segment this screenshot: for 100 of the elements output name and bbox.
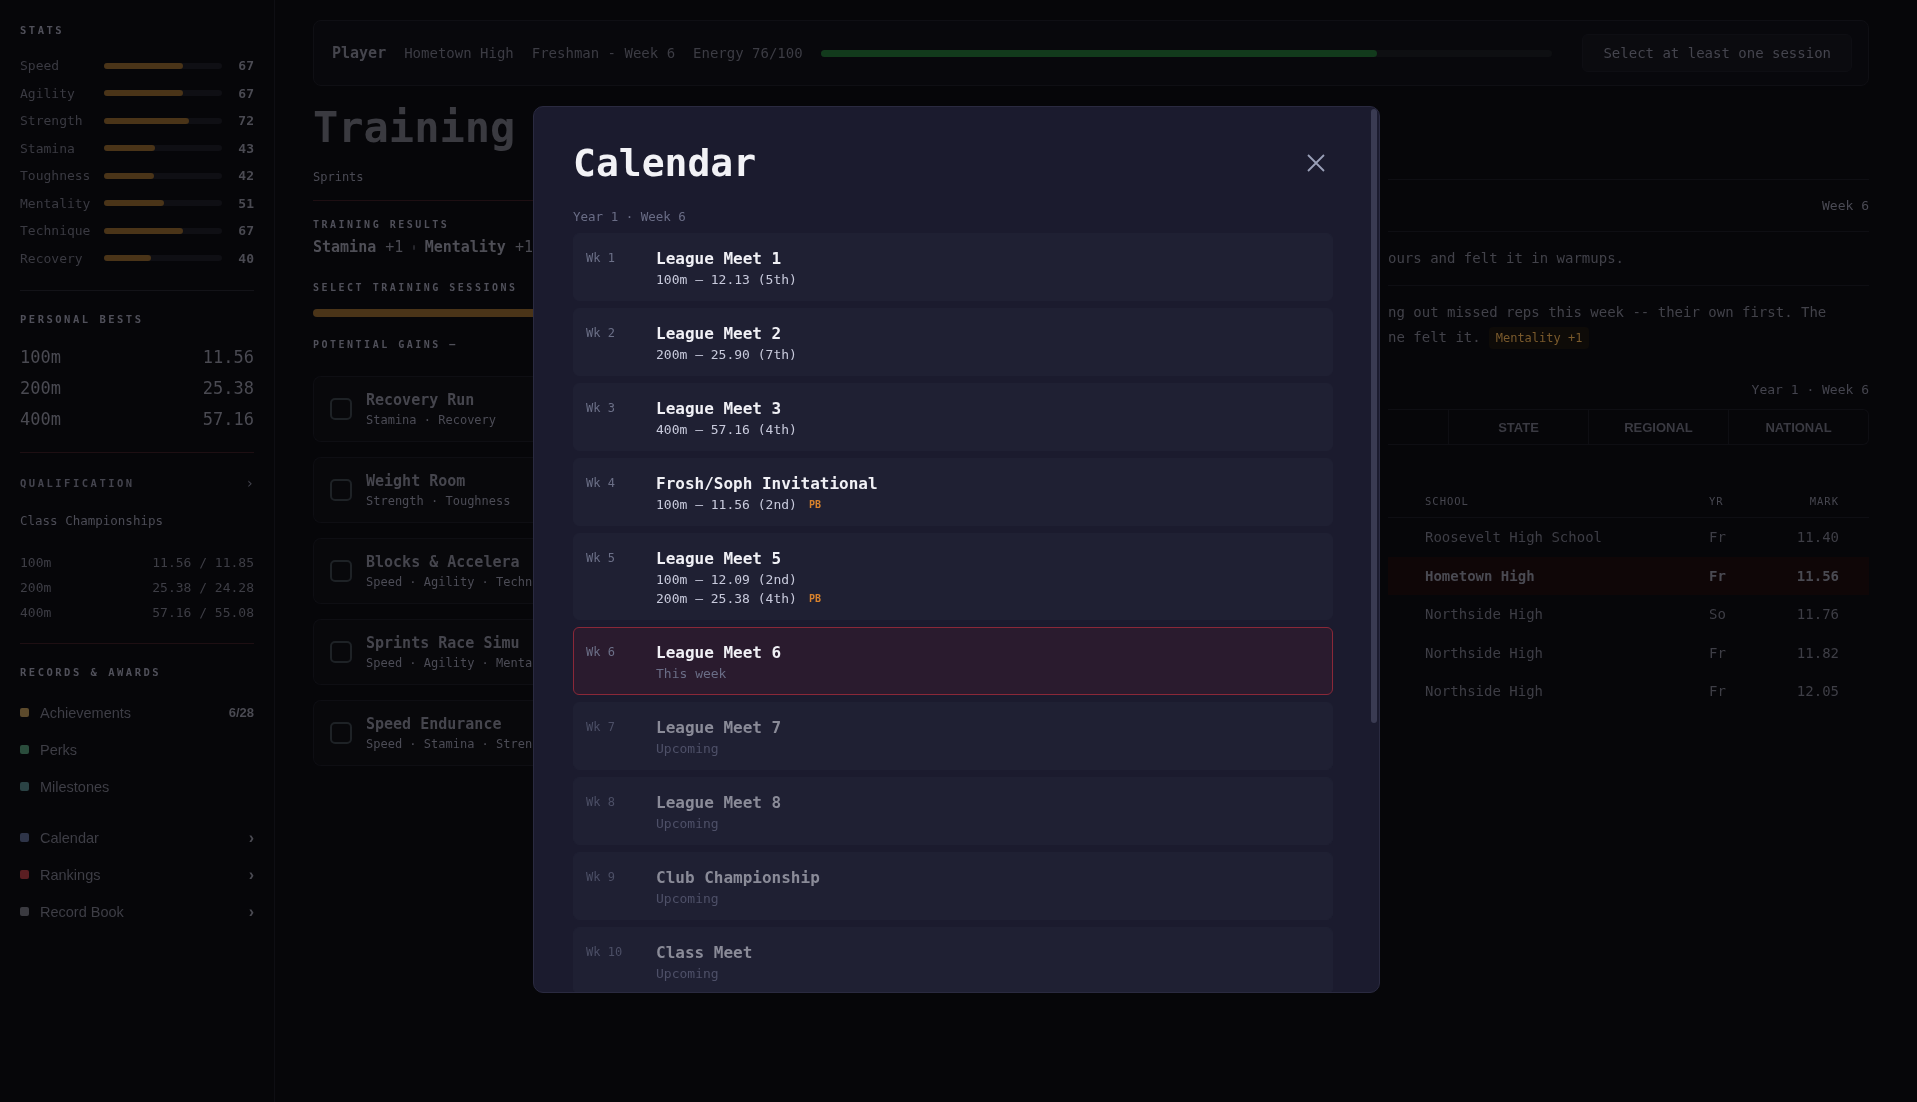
result-gain: Mentality +1	[424, 238, 533, 256]
close-icon[interactable]	[1307, 154, 1325, 172]
week-row[interactable]: Wk 1 League Meet 1 100m — 12.13 (5th)	[573, 233, 1333, 301]
section-heading: SELECT TRAINING SESSIONS	[313, 282, 519, 293]
pb-label: PB	[808, 593, 821, 604]
energy-label: Energy 76/100	[693, 45, 803, 61]
stat-value: 72	[237, 113, 254, 129]
class-week: Freshman - Week 6	[531, 45, 676, 61]
dialog-title: Calendar	[573, 141, 757, 185]
meet-name: Class Championships	[20, 513, 164, 528]
meet-name: League Meet 2	[656, 324, 783, 343]
meet-result: 100m — 12.09 (2nd)	[656, 572, 797, 587]
meet-name: Frosh/Soph Invitational	[656, 474, 878, 493]
stat-value: 43	[237, 140, 254, 156]
week-row[interactable]: Wk 3 League Meet 3 400m — 57.16 (4th)	[573, 383, 1333, 451]
scope-tab[interactable]: REGIONAL	[1589, 410, 1729, 444]
checkbox[interactable]	[330, 398, 352, 420]
stat-value: 67	[237, 85, 254, 101]
week-row[interactable]: Wk 5 League Meet 5 100m — 12.09 (2nd) 200m — 25.38 (4th) PB	[573, 533, 1333, 620]
meet-name: League Meet 3	[656, 399, 783, 418]
dialog-subtitle: Year 1 · Week 6	[573, 209, 687, 224]
checkbox[interactable]	[330, 641, 352, 663]
table-cell-text: 11.76	[1795, 606, 1840, 623]
week-row[interactable]: Wk 2 League Meet 2 200m — 25.90 (7th)	[573, 308, 1333, 376]
result-gain: Stamina +1	[313, 238, 404, 256]
table-cell-text: Hometown High	[1424, 567, 1536, 584]
period-label: Year 1 · Week 6	[1750, 382, 1869, 397]
nav-link[interactable]: Rankings ›	[20, 856, 254, 893]
event-label: 100m	[20, 346, 61, 367]
meet-result: 200m — 25.90 (7th)	[656, 347, 797, 362]
stat-value: 67	[237, 223, 254, 239]
qualifying-mark: 25.38 / 24.28	[152, 580, 254, 595]
event-label: 200m	[20, 580, 52, 595]
meet-name: League Meet 8	[656, 793, 782, 812]
meet-result: This week	[656, 666, 727, 681]
section-heading: TRAINING RESULTS	[313, 219, 451, 230]
stat-tag: Mentality +1	[1488, 326, 1590, 349]
week-number: Wk 4	[586, 475, 616, 492]
player-label: Player	[332, 44, 387, 62]
session-name: Blocks & Accelera	[366, 553, 521, 571]
week-number: Wk 3	[586, 400, 616, 417]
nav-link[interactable]: Record Book ›	[20, 893, 254, 930]
meet-result: 100m — 11.56 (2nd)	[656, 497, 797, 512]
stat-label: Speed	[20, 58, 61, 74]
scrollbar-thumb[interactable]	[1371, 109, 1377, 723]
records-item[interactable]: Milestones	[20, 768, 254, 805]
week-number: Wk 2	[586, 325, 616, 342]
stat-label: Stamina	[20, 140, 76, 156]
checkbox[interactable]	[330, 722, 352, 744]
event-label: 400m	[20, 605, 52, 620]
stat-value: 51	[237, 195, 254, 211]
week-label: Week 6	[1821, 197, 1869, 215]
qualifying-mark: 57.16 / 55.08	[152, 605, 254, 620]
stat-label: Recovery	[20, 250, 84, 266]
session-name: Weight Room	[366, 472, 467, 490]
table-cell-text: 12.05	[1795, 683, 1840, 700]
table-cell-text: So	[1709, 606, 1727, 623]
meet-result: 200m — 25.38 (4th)	[656, 591, 797, 606]
session-name: Speed Endurance	[366, 715, 503, 733]
table-cell-text: Northside High	[1424, 606, 1544, 623]
stat-value: 40	[237, 250, 254, 266]
meet-name: League Meet 1	[656, 249, 783, 268]
week-row[interactable]: Wk 4 Frosh/Soph Invitational 100m — 11.56 (2nd) PB	[573, 458, 1333, 526]
checkbox[interactable]	[330, 560, 352, 582]
column-header: SCHOOL	[1424, 495, 1470, 507]
session-stats: Speed · Agility · Menta	[366, 656, 533, 670]
best-time: 57.16	[202, 408, 254, 429]
session-name: Recovery Run	[366, 391, 476, 409]
column-header: MARK	[1808, 495, 1840, 507]
table-cell-text: Fr	[1709, 567, 1727, 584]
records-item[interactable]: Perks	[20, 731, 254, 768]
table-cell-text: Fr	[1709, 529, 1727, 546]
table-cell-text: Northside High	[1424, 644, 1544, 661]
stat-value: 67	[237, 58, 254, 74]
best-time: 25.38	[202, 377, 254, 398]
table-cell-text: Fr	[1709, 683, 1727, 700]
table-cell-text: 11.40	[1795, 529, 1840, 546]
records-item[interactable]: Achievements 6/28	[20, 694, 254, 731]
meet-name: Club Championship	[656, 868, 820, 887]
page-subtitle: Sprints	[313, 170, 365, 184]
pb-label: PB	[808, 499, 821, 510]
event-label: 400m	[20, 408, 61, 429]
news-text: ours and felt it in warmups.	[1388, 249, 1624, 268]
school-name: Hometown High	[404, 45, 514, 61]
chevron-icon[interactable]: ›	[245, 475, 254, 491]
section-heading: QUALIFICATION	[20, 477, 135, 489]
checkbox[interactable]	[330, 479, 352, 501]
stat-label: Strength	[20, 113, 84, 129]
scope-tab[interactable]: STATE	[1449, 410, 1589, 444]
nav-link[interactable]: Calendar ›	[20, 819, 254, 856]
section-heading: PERSONAL BESTS	[20, 313, 145, 325]
stat-label: Technique	[20, 223, 92, 239]
meet-name: League Meet 7	[656, 718, 782, 737]
table-cell-text: Roosevelt High School	[1424, 529, 1603, 546]
section-heading: POTENTIAL GAINS —	[313, 339, 459, 350]
table-cell-text: 11.82	[1795, 644, 1840, 661]
news-text: ne felt it.	[1388, 328, 1481, 347]
section-heading: RECORDS & AWARDS	[20, 666, 163, 678]
table-cell-text: 11.56	[1795, 567, 1840, 584]
scope-tab[interactable]: NATIONAL	[1729, 410, 1868, 444]
